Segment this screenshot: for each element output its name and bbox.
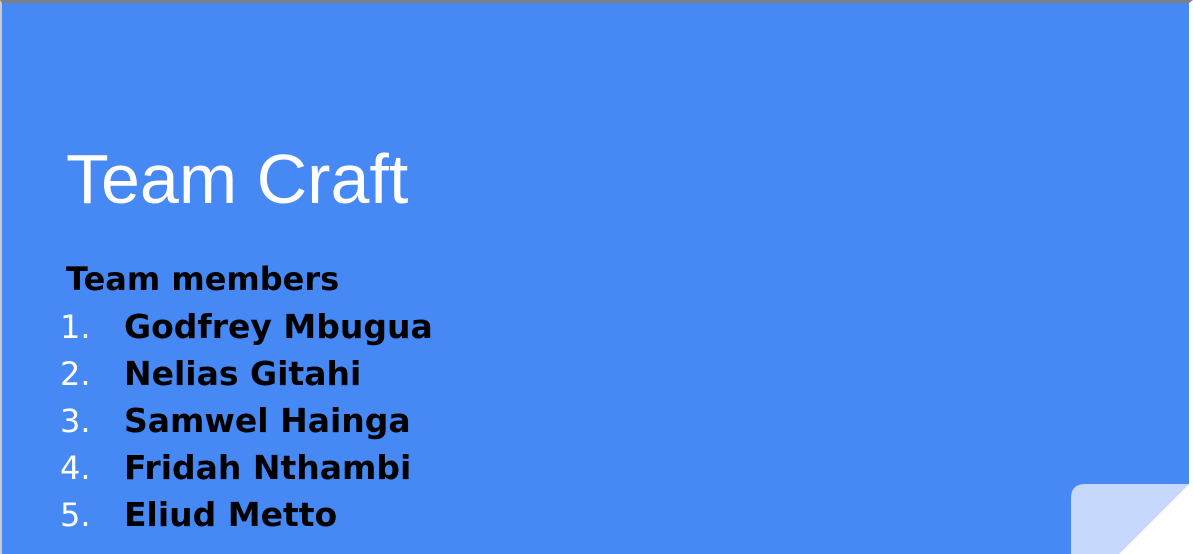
list-item: 5. Eliud Metto bbox=[60, 491, 433, 538]
member-name: Eliud Metto bbox=[124, 495, 338, 534]
member-name: Fridah Nthambi bbox=[124, 448, 412, 487]
list-number: 5. bbox=[60, 496, 91, 534]
list-item: 3. Samwel Hainga bbox=[60, 397, 433, 444]
list-item: 2. Nelias Gitahi bbox=[60, 350, 433, 397]
slide-canvas: Team Craft Team members 1. Godfrey Mbugu… bbox=[0, 0, 1193, 554]
slide-subtitle: Team members bbox=[66, 260, 340, 298]
member-name: Samwel Hainga bbox=[124, 401, 411, 440]
list-item: 4. Fridah Nthambi bbox=[60, 444, 433, 491]
member-name: Nelias Gitahi bbox=[124, 354, 362, 393]
list-item: 1. Godfrey Mbugua bbox=[60, 303, 433, 350]
list-number: 1. bbox=[60, 308, 91, 346]
page-curl-icon bbox=[1071, 484, 1189, 554]
member-list: 1. Godfrey Mbugua 2. Nelias Gitahi 3. Sa… bbox=[60, 303, 433, 538]
slide-title: Team Craft bbox=[66, 140, 409, 218]
member-name: Godfrey Mbugua bbox=[124, 307, 433, 346]
list-number: 4. bbox=[60, 449, 91, 487]
list-number: 2. bbox=[60, 355, 91, 393]
list-number: 3. bbox=[60, 402, 91, 440]
